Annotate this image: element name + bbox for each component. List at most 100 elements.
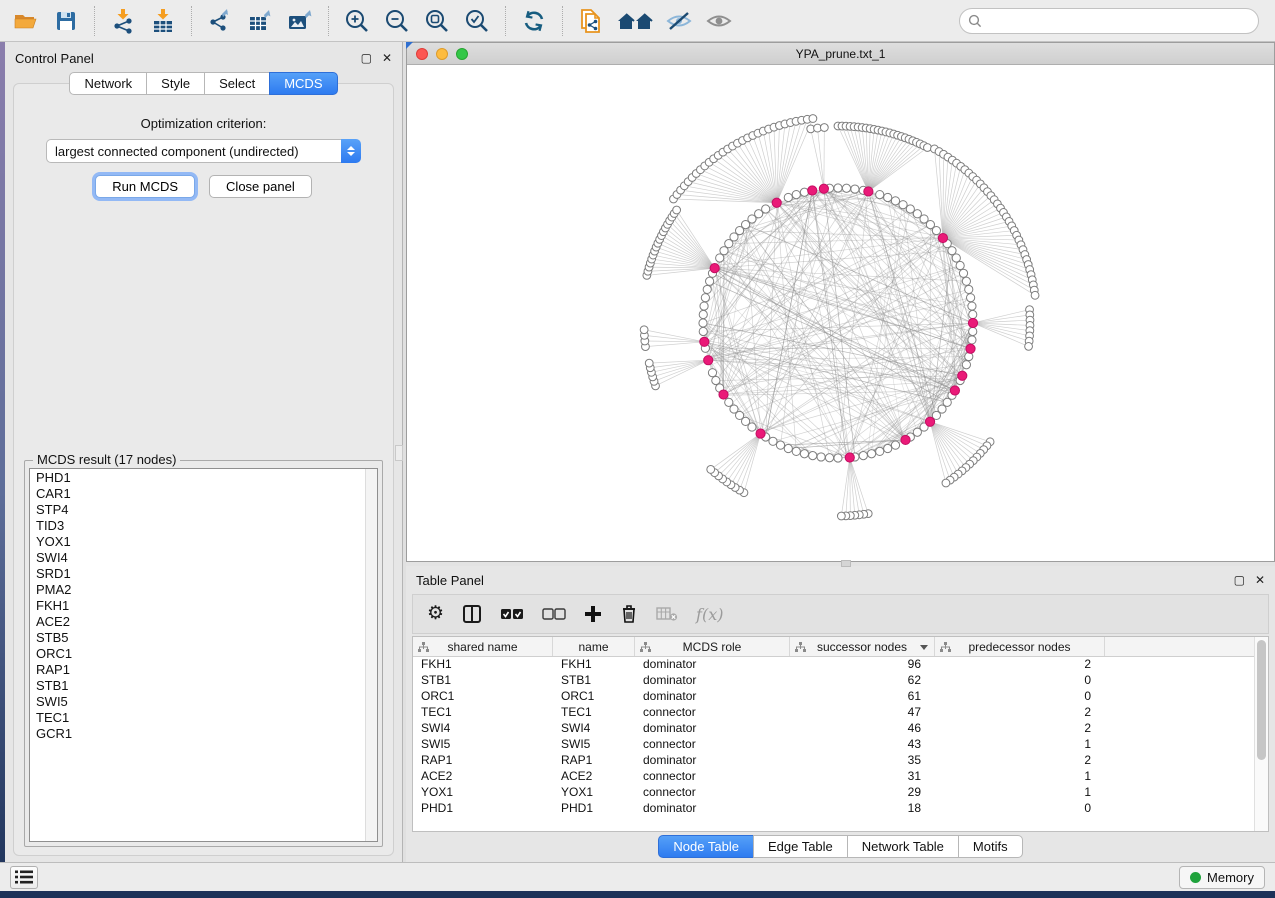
table-row-ACE2[interactable]: ACE2ACE2connector311 <box>413 769 1254 785</box>
show-columns-icon[interactable] <box>462 600 482 628</box>
mcds-result-item[interactable]: SRD1 <box>36 566 365 582</box>
zoom-fit-icon[interactable] <box>419 4 455 38</box>
table-row-SWI4[interactable]: SWI4SWI4dominator462 <box>413 721 1254 737</box>
mcds-result-item[interactable]: ORC1 <box>36 646 365 662</box>
close-panel-icon[interactable]: ✕ <box>1255 574 1265 586</box>
export-network-icon[interactable] <box>202 4 238 38</box>
splitter-grip[interactable] <box>841 560 851 567</box>
column-header-successor-nodes[interactable]: successor nodes <box>790 637 935 656</box>
mcds-result-item[interactable]: YOX1 <box>36 534 365 550</box>
mcds-result-item[interactable]: STB5 <box>36 630 365 646</box>
open-file-icon[interactable] <box>8 4 44 38</box>
cell-successor_nodes: 43 <box>790 737 935 753</box>
hide-selected-icon[interactable] <box>661 4 697 38</box>
mcds-result-item[interactable]: RAP1 <box>36 662 365 678</box>
mcds-result-item[interactable]: TEC1 <box>36 710 365 726</box>
float-panel-icon[interactable]: ▢ <box>1234 574 1245 586</box>
mcds-result-item[interactable]: PHD1 <box>36 470 365 486</box>
search-field[interactable] <box>959 8 1259 34</box>
table-tab-node-table[interactable]: Node Table <box>658 835 754 858</box>
table-settings-gear-icon[interactable]: ⚙ <box>427 600 444 628</box>
mcds-result-item[interactable]: TID3 <box>36 518 365 534</box>
tab-network[interactable]: Network <box>69 72 147 95</box>
table-row-RAP1[interactable]: RAP1RAP1dominator352 <box>413 753 1254 769</box>
table-scrollbar[interactable] <box>1254 637 1268 831</box>
cell-mcds_role: dominator <box>635 801 790 817</box>
function-builder-icon-disabled: f(x) <box>696 600 723 628</box>
mcds-result-item[interactable]: FKH1 <box>36 598 365 614</box>
table-toolbar: ⚙ <box>412 594 1269 634</box>
zoom-selected-icon[interactable] <box>459 4 495 38</box>
table-tab-motifs[interactable]: Motifs <box>958 835 1023 858</box>
table-row-ORC1[interactable]: ORC1ORC1dominator610 <box>413 689 1254 705</box>
cell-shared_name: SWI5 <box>413 737 553 753</box>
criterion-dropdown-value: largest connected component (undirected) <box>46 139 341 163</box>
table-row-FKH1[interactable]: FKH1FKH1dominator962 <box>413 657 1254 673</box>
column-header-predecessor-nodes[interactable]: predecessor nodes <box>935 637 1105 656</box>
column-header-MCDS-role[interactable]: MCDS role <box>635 637 790 656</box>
unselect-all-columns-icon[interactable] <box>542 600 566 628</box>
mcds-result-item[interactable]: STB1 <box>36 678 365 694</box>
table-row-SWI5[interactable]: SWI5SWI5connector431 <box>413 737 1254 753</box>
mcds-result-item[interactable]: CAR1 <box>36 486 365 502</box>
mcds-result-item[interactable]: STP4 <box>36 502 365 518</box>
search-input[interactable] <box>988 14 1250 28</box>
cell-name: SWI4 <box>553 721 635 737</box>
cell-successor_nodes: 61 <box>790 689 935 705</box>
zoom-in-icon[interactable] <box>339 4 375 38</box>
panel-spacer <box>14 198 393 454</box>
first-neighbors-icon[interactable] <box>613 4 657 38</box>
close-panel-button[interactable]: Close panel <box>209 175 312 198</box>
table-row-YOX1[interactable]: YOX1YOX1connector291 <box>413 785 1254 801</box>
close-panel-icon[interactable]: ✕ <box>382 52 392 64</box>
float-panel-icon[interactable]: ▢ <box>361 52 372 64</box>
network-window-titlebar[interactable]: YPA_prune.txt_1 <box>407 43 1274 65</box>
show-all-icon[interactable] <box>701 4 737 38</box>
table-scrollbar-thumb[interactable] <box>1257 640 1266 760</box>
column-header-name[interactable]: name <box>553 637 635 656</box>
control-panel-tabs: NetworkStyleSelectMCDS <box>9 72 398 95</box>
toolbar-separator <box>505 6 506 36</box>
cell-shared_name: SWI4 <box>413 721 553 737</box>
column-header-shared-name[interactable]: shared name <box>413 637 553 656</box>
tab-style[interactable]: Style <box>146 72 205 95</box>
mcds-result-list: PHD1CAR1STP4TID3YOX1SWI4SRD1PMA2FKH1ACE2… <box>29 468 378 842</box>
show-panels-list-button[interactable] <box>10 866 38 889</box>
memory-button[interactable]: Memory <box>1179 866 1265 889</box>
save-session-icon[interactable] <box>48 4 84 38</box>
mcds-result-item[interactable]: ACE2 <box>36 614 365 630</box>
import-network-icon[interactable] <box>105 4 141 38</box>
horizontal-splitter[interactable] <box>406 562 1275 566</box>
table-tab-edge-table[interactable]: Edge Table <box>753 835 848 858</box>
cell-predecessor_nodes: 1 <box>935 737 1105 753</box>
zoom-out-icon[interactable] <box>379 4 415 38</box>
table-row-PHD1[interactable]: PHD1PHD1dominator180 <box>413 801 1254 817</box>
mcds-list-scrollbar[interactable] <box>365 469 377 841</box>
tab-mcds[interactable]: MCDS <box>269 72 337 95</box>
table-row-STB1[interactable]: STB1STB1dominator620 <box>413 673 1254 689</box>
mcds-result-item[interactable]: PMA2 <box>36 582 365 598</box>
memory-status-icon <box>1190 872 1201 883</box>
splitter-grip[interactable] <box>395 445 403 461</box>
table-row-TEC1[interactable]: TEC1TEC1connector472 <box>413 705 1254 721</box>
import-table-icon[interactable] <box>145 4 181 38</box>
delete-column-icon[interactable] <box>620 600 638 628</box>
export-table-icon[interactable] <box>242 4 278 38</box>
mcds-result-item[interactable]: SWI5 <box>36 694 365 710</box>
cell-successor_nodes: 47 <box>790 705 935 721</box>
cell-predecessor_nodes: 2 <box>935 705 1105 721</box>
select-all-columns-icon[interactable] <box>500 600 524 628</box>
criterion-dropdown[interactable]: largest connected component (undirected) <box>46 139 361 163</box>
table-tab-network-table[interactable]: Network Table <box>847 835 959 858</box>
tab-select[interactable]: Select <box>204 72 270 95</box>
network-canvas[interactable] <box>407 65 1274 561</box>
add-column-icon[interactable] <box>584 600 602 628</box>
copy-network-icon[interactable] <box>573 4 609 38</box>
mcds-result-item[interactable]: SWI4 <box>36 550 365 566</box>
mcds-result-item[interactable]: GCR1 <box>36 726 365 742</box>
export-image-icon[interactable] <box>282 4 318 38</box>
cell-name: ACE2 <box>553 769 635 785</box>
cell-name: TEC1 <box>553 705 635 721</box>
run-mcds-button[interactable]: Run MCDS <box>95 175 195 198</box>
refresh-view-icon[interactable] <box>516 4 552 38</box>
